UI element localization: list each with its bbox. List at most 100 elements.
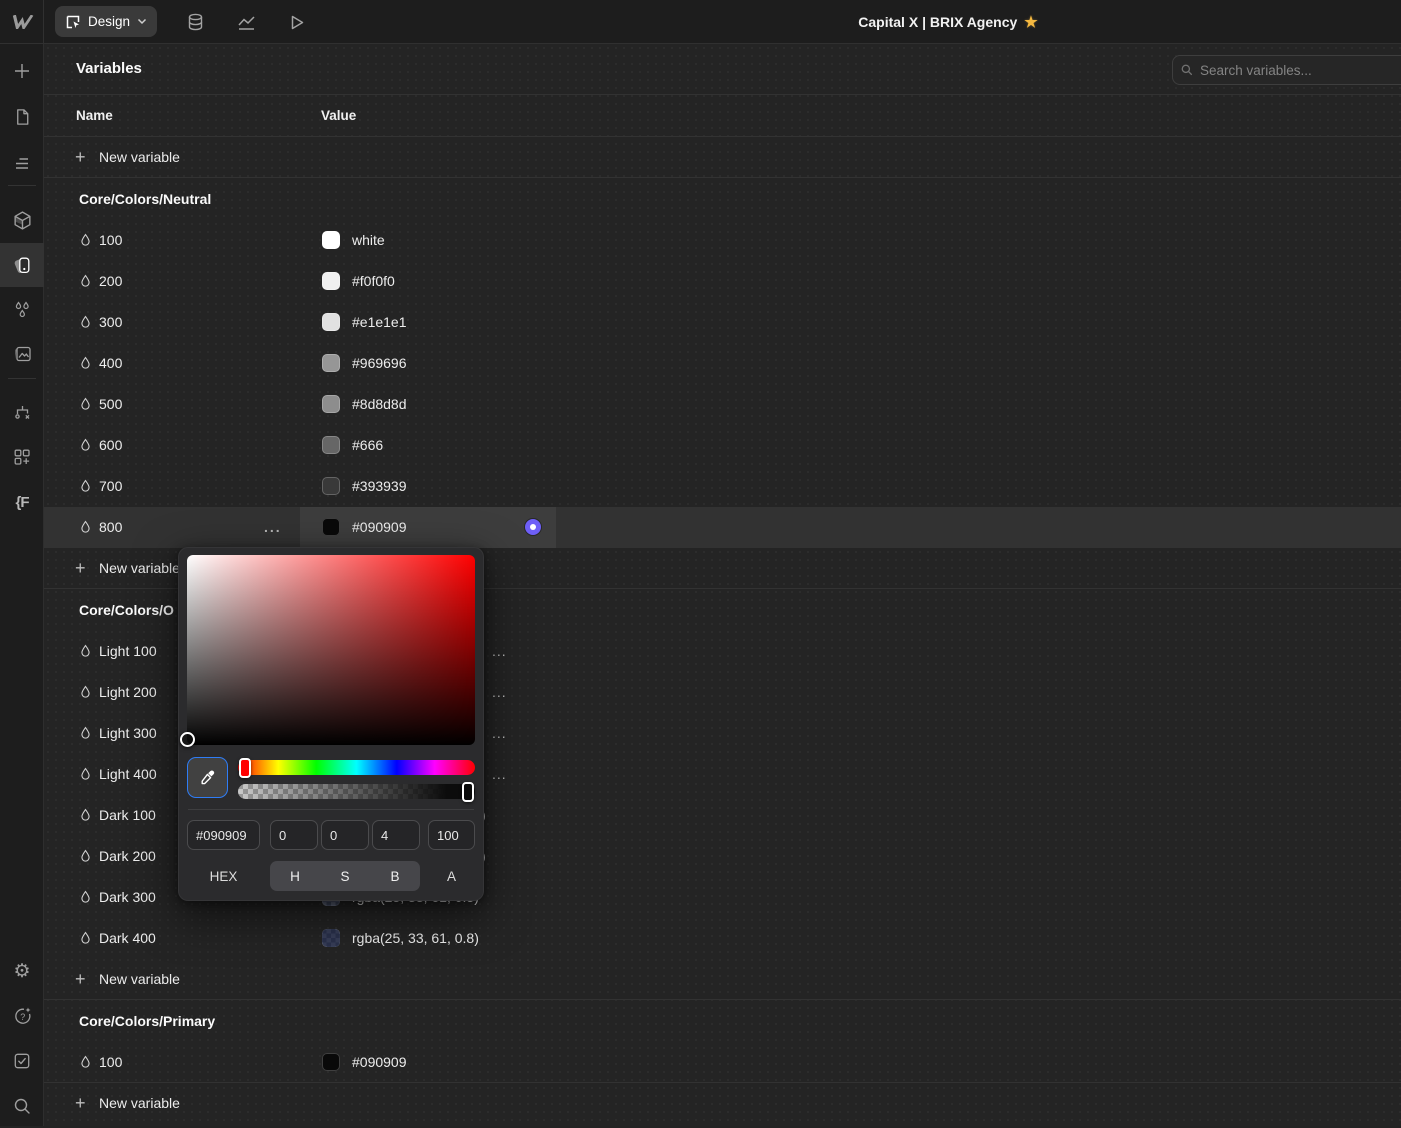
help-icon: ?	[14, 1007, 30, 1024]
top-bar: Design Capital X | BRIX Agency ★	[0, 0, 1401, 44]
value-cell[interactable]: #f0f0f0	[300, 260, 395, 301]
variable-row[interactable]: 500 #8d8d8d	[44, 384, 1401, 425]
s-label[interactable]: S	[320, 861, 370, 891]
audit-button[interactable]	[0, 1039, 44, 1083]
value-cell[interactable]: white	[300, 219, 385, 260]
new-variable-row[interactable]: + New variable	[44, 1082, 1401, 1123]
styles-button[interactable]	[0, 288, 44, 332]
alpha-slider-handle[interactable]	[462, 781, 474, 802]
variable-name: 100	[99, 231, 123, 248]
row-menu-dots[interactable]: ...	[264, 519, 282, 535]
droplets-icon	[15, 300, 29, 317]
color-swatch[interactable]	[322, 1052, 340, 1071]
preview-button[interactable]	[282, 7, 312, 37]
add-element-button[interactable]	[0, 49, 44, 93]
variable-row[interactable]: 100 white	[44, 219, 1401, 260]
cube-icon	[13, 210, 31, 230]
variable-row[interactable]: Dark 400 rgba(25, 33, 61, 0.8)	[44, 918, 1401, 959]
h-label[interactable]: H	[270, 861, 320, 891]
webflow-logo[interactable]	[0, 0, 44, 44]
color-swatch[interactable]	[322, 230, 340, 249]
color-swatch[interactable]	[322, 395, 340, 414]
variable-row[interactable]: 700 #393939	[44, 466, 1401, 507]
color-picker-popup: HEX H S B A	[178, 547, 484, 901]
site-title-text: Capital X | BRIX Agency	[858, 14, 1018, 30]
value-cell[interactable]: #090909	[300, 1041, 407, 1082]
color-swatch[interactable]	[322, 354, 340, 373]
variable-name: 300	[99, 313, 123, 330]
variable-name: Light 100	[99, 642, 157, 659]
variable-row[interactable]: 200 #f0f0f0	[44, 260, 1401, 301]
alpha-label[interactable]: A	[428, 861, 475, 891]
saturation-brightness-area[interactable]	[187, 555, 475, 745]
hue-slider-handle[interactable]	[239, 757, 251, 778]
settings-button[interactable]: ⚙	[0, 949, 44, 993]
components-button[interactable]	[0, 198, 44, 242]
find-button[interactable]	[0, 1084, 44, 1128]
value-text-remnant: ...	[492, 724, 507, 741]
variable-row[interactable]: 100 #090909	[44, 1041, 1401, 1082]
hex-mode-label[interactable]: HEX	[187, 861, 260, 891]
color-swatch[interactable]	[322, 312, 340, 331]
database-icon	[188, 13, 202, 31]
variables-button[interactable]	[0, 243, 44, 287]
panel-header: Variables	[44, 44, 1401, 95]
value-cell[interactable]: #666	[300, 425, 383, 466]
finsweet-extension-button[interactable]: {F	[0, 480, 44, 524]
value-cell[interactable]: #090909	[300, 507, 407, 548]
droplet-icon	[81, 931, 90, 945]
variable-name: 500	[99, 396, 123, 413]
value-cell[interactable]: #e1e1e1	[300, 301, 407, 342]
variable-name: Light 300	[99, 724, 157, 741]
pages-button[interactable]	[0, 95, 44, 139]
variable-name: Dark 400	[99, 930, 156, 947]
hsb-mode-segment[interactable]: H S B	[270, 861, 420, 891]
alpha-slider[interactable]	[238, 781, 475, 802]
droplet-icon	[81, 521, 90, 534]
value-cell[interactable]: #8d8d8d	[300, 384, 407, 425]
new-variable-row[interactable]: + New variable	[44, 959, 1401, 1000]
design-label: Design	[88, 14, 131, 29]
cms-database-button[interactable]	[180, 7, 210, 37]
color-swatch[interactable]	[322, 436, 340, 455]
help-button[interactable]: ?	[0, 994, 44, 1038]
variable-row[interactable]: 400 #969696	[44, 342, 1401, 383]
search-variables-input[interactable]	[1172, 55, 1401, 85]
color-swatch[interactable]	[322, 477, 340, 496]
hue-slider[interactable]	[238, 757, 475, 778]
b-label[interactable]: B	[370, 861, 420, 891]
hex-input[interactable]	[187, 820, 260, 850]
color-swatch[interactable]	[322, 271, 340, 290]
value-cell[interactable]: #393939	[300, 466, 407, 507]
hue-input[interactable]	[270, 820, 318, 850]
color-swatch[interactable]	[322, 518, 340, 537]
variable-row[interactable]: 600 #666	[44, 425, 1401, 466]
webflow-logo-icon	[12, 15, 33, 29]
design-cursor-icon	[66, 15, 80, 28]
eyedropper-button[interactable]	[187, 757, 228, 798]
new-variable-row[interactable]: + New variable	[44, 137, 1401, 179]
saturation-cursor[interactable]	[180, 732, 195, 747]
alpha-input[interactable]	[428, 820, 475, 850]
value-cell[interactable]: rgba(25, 33, 61, 0.8)	[300, 918, 479, 959]
analyze-button[interactable]	[231, 7, 261, 37]
value-cell[interactable]: #969696	[300, 342, 407, 383]
assets-button[interactable]	[0, 332, 44, 376]
value-text-remnant: ...	[492, 765, 507, 782]
variable-name: 700	[99, 478, 123, 495]
brightness-input[interactable]	[372, 820, 420, 850]
variable-name: 800	[99, 519, 123, 536]
site-title: Capital X | BRIX Agency ★	[858, 0, 1037, 44]
value-text: #393939	[352, 478, 407, 495]
selected-radio-indicator[interactable]	[525, 519, 541, 536]
variable-row[interactable]: 800... #090909	[44, 506, 1401, 548]
design-mode-dropdown[interactable]: Design	[55, 6, 158, 37]
apps-button[interactable]	[0, 435, 44, 479]
logic-button[interactable]	[0, 391, 44, 435]
droplet-icon	[81, 644, 90, 657]
picker-divider	[188, 809, 474, 810]
navigator-button[interactable]	[0, 141, 44, 185]
color-swatch[interactable]	[322, 929, 340, 948]
variable-row[interactable]: 300 #e1e1e1	[44, 301, 1401, 342]
saturation-input[interactable]	[321, 820, 369, 850]
